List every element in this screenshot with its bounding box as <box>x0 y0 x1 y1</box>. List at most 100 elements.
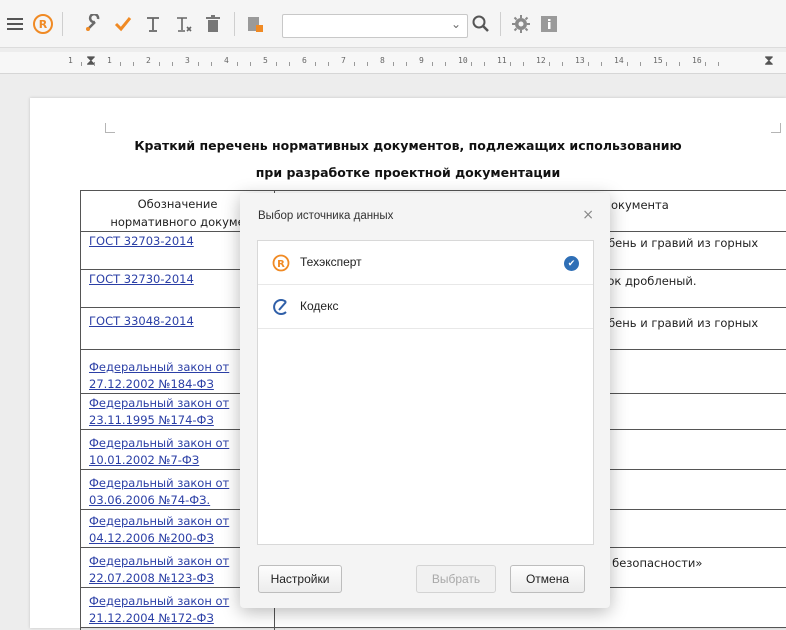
selected-check-icon: ✔ <box>564 256 579 271</box>
ruler-tick <box>588 62 589 66</box>
settings-icon[interactable] <box>508 12 534 36</box>
svg-text:R: R <box>277 259 285 270</box>
insert-icon[interactable] <box>242 12 268 36</box>
wrench-icon[interactable] <box>80 12 106 36</box>
table-row-code-link[interactable]: ГОСТ 32730-2014 <box>89 271 194 288</box>
ruler-label: 1 <box>68 56 73 65</box>
ruler-label: 1 <box>107 56 112 65</box>
ruler-tick <box>666 62 667 66</box>
ruler-tick <box>94 62 95 66</box>
ruler-label: 7 <box>341 56 346 65</box>
document-subtitle: при разработке проектной документации <box>255 165 561 180</box>
table-row-code-link[interactable]: Федеральный закон от 27.12.2002 №184-ФЗ <box>89 359 229 393</box>
ruler-tick <box>250 62 251 66</box>
kodeks-logo-icon <box>272 298 290 316</box>
table-row-code-link[interactable]: Федеральный закон от 03.06.2006 №74-ФЗ. <box>89 475 229 509</box>
ruler-tick <box>549 62 550 66</box>
ruler-tick <box>484 62 485 66</box>
data-source-dialog: Выбор источника данных × R Техэксперт ✔ … <box>240 193 610 608</box>
ruler-label: 11 <box>497 56 507 65</box>
info-icon[interactable] <box>536 12 562 36</box>
ruler-tick <box>198 62 199 66</box>
ruler-label: 6 <box>302 56 307 65</box>
close-icon[interactable]: × <box>582 207 594 223</box>
settings-button[interactable]: Настройки <box>258 565 342 593</box>
ruler-tick <box>640 62 641 66</box>
table-row-code-link[interactable]: ГОСТ 32703-2014 <box>89 233 194 250</box>
toolbar-separator <box>500 12 501 36</box>
ruler-tick <box>627 62 628 66</box>
techexpert-logo-icon[interactable]: R <box>30 12 56 36</box>
right-indent-marker-icon[interactable]: ⧗ <box>764 53 774 69</box>
ruler: ⧗ ⧗ 1 1 2 3 4 5 6 7 8 9 10 11 12 13 14 15 16 <box>0 52 786 74</box>
list-item-kodeks[interactable]: Кодекс <box>258 285 593 329</box>
table-row-code-link[interactable]: ГОСТ 33048-2014 <box>89 313 194 330</box>
ruler-tick <box>432 62 433 66</box>
ruler-tick <box>523 62 524 66</box>
ruler-tick <box>120 62 121 66</box>
choose-button[interactable]: Выбрать <box>416 565 496 593</box>
ruler-tick <box>367 62 368 66</box>
svg-text:R: R <box>39 18 48 31</box>
ruler-tick <box>718 62 719 66</box>
table-header-title: окумента <box>611 198 669 212</box>
document-title: Краткий перечень нормативных документов,… <box>134 138 682 153</box>
ruler-tick <box>289 62 290 66</box>
list-item-label: Техэксперт <box>300 255 362 269</box>
dialog-title: Выбор источника данных <box>258 210 394 222</box>
ruler-tick <box>133 62 134 66</box>
text-format-icon[interactable] <box>140 12 166 36</box>
ruler-label: 8 <box>380 56 385 65</box>
search-combo[interactable]: ⌄ <box>282 14 468 38</box>
table-row-code-link[interactable]: Федеральный закон от 04.12.2006 №200-ФЗ <box>89 513 229 547</box>
table-row-code-link[interactable]: Федеральный закон от 21.12.2004 №172-ФЗ <box>89 593 229 627</box>
indent-marker-icon[interactable]: ⧗ <box>86 53 96 69</box>
ruler-tick <box>328 62 329 66</box>
ruler-tick <box>510 62 511 66</box>
source-list: R Техэксперт ✔ Кодекс <box>257 240 594 545</box>
clear-format-icon[interactable] <box>170 12 196 36</box>
table-row-description: ебень и гравий из горных <box>601 236 759 250</box>
menu-icon[interactable] <box>2 12 28 36</box>
ruler-label: 2 <box>146 56 151 65</box>
page-corner-mark <box>105 123 115 133</box>
ruler-label: 14 <box>614 56 624 65</box>
ruler-tick <box>159 62 160 66</box>
ruler-tick <box>237 62 238 66</box>
delete-icon[interactable] <box>200 12 226 36</box>
list-item-techexpert[interactable]: R Техэксперт ✔ <box>258 241 593 285</box>
ruler-label: 13 <box>575 56 585 65</box>
table-row-description: й безопасности» <box>601 556 703 570</box>
table-row-description: сок дробленый. <box>601 274 697 288</box>
page-corner-mark <box>771 123 781 133</box>
cancel-button[interactable]: Отмена <box>510 565 585 593</box>
toolbar-separator <box>62 12 63 36</box>
ruler-tick <box>211 62 212 66</box>
ruler-label: 15 <box>653 56 663 65</box>
ruler-label: 10 <box>458 56 468 65</box>
ruler-tick <box>315 62 316 66</box>
ruler-tick <box>393 62 394 66</box>
ruler-tick <box>601 62 602 66</box>
list-item-label: Кодекс <box>300 299 339 313</box>
ruler-tick <box>81 62 82 66</box>
ruler-label: 9 <box>419 56 424 65</box>
ruler-label: 16 <box>692 56 702 65</box>
ruler-label: 12 <box>536 56 546 65</box>
ruler-label: 3 <box>185 56 190 65</box>
ruler-label: 5 <box>263 56 268 65</box>
ruler-tick <box>354 62 355 66</box>
table-row-description: ебень и гравий из горных <box>601 316 759 330</box>
ruler-tick <box>471 62 472 66</box>
toolbar: R ⌄ <box>0 0 786 48</box>
chevron-down-icon[interactable]: ⌄ <box>451 17 461 31</box>
search-icon[interactable] <box>468 12 494 36</box>
ruler-tick <box>562 62 563 66</box>
table-row-code-link[interactable]: Федеральный закон от 22.07.2008 №123-ФЗ <box>89 553 229 587</box>
ruler-tick <box>276 62 277 66</box>
table-row-code-link[interactable]: Федеральный закон от 10.01.2002 №7-ФЗ <box>89 435 229 469</box>
toolbar-separator <box>234 12 235 36</box>
ruler-label: 4 <box>224 56 229 65</box>
check-icon[interactable] <box>110 12 136 36</box>
table-row-code-link[interactable]: Федеральный закон от 23.11.1995 №174-ФЗ <box>89 395 229 429</box>
